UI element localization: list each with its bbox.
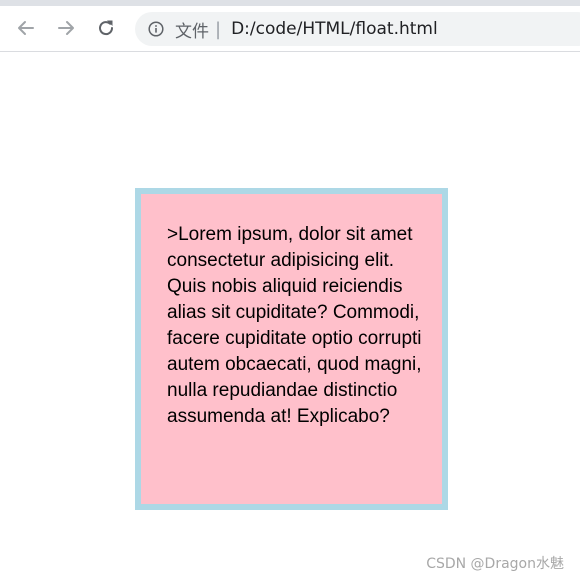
browser-toolbar: 文件 | D:/code/HTML/float.html [0,6,580,52]
address-scheme-label: 文件 [175,21,209,42]
float-box-paragraph: >Lorem ipsum, dolor sit amet consectetur… [167,224,422,427]
address-bar[interactable]: 文件 | D:/code/HTML/float.html [135,12,580,46]
float-box: >Lorem ipsum, dolor sit amet consectetur… [135,188,448,510]
reload-icon [99,20,114,36]
reload-button[interactable] [92,14,120,42]
csdn-watermark: CSDN @Dragon水魅 [426,556,564,572]
address-separator: | [215,18,222,40]
back-button[interactable] [12,14,40,42]
address-url[interactable]: D:/code/HTML/float.html [231,19,438,39]
forward-arrow-icon [58,21,74,35]
forward-button[interactable] [52,14,80,42]
back-arrow-icon [18,21,34,35]
info-icon[interactable] [148,21,164,37]
